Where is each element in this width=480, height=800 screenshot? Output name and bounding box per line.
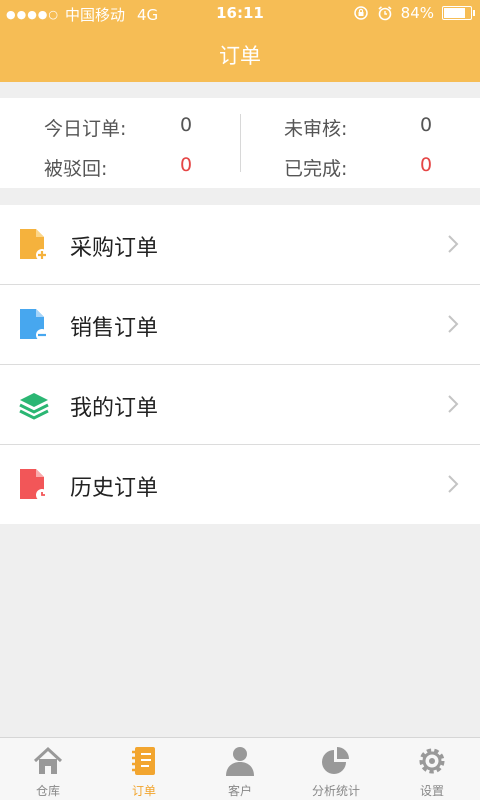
- chevron-right-icon: [448, 475, 459, 493]
- rotation-lock-icon: [353, 6, 368, 20]
- pie-chart-icon: [322, 747, 349, 774]
- menu-item-label: 销售订单: [70, 316, 159, 341]
- order-menu: 采购订单 销售订单 我的订单 历史订单: [0, 205, 480, 524]
- stat-today-label: 今日订单:: [44, 118, 127, 140]
- chevron-right-icon: [448, 235, 459, 253]
- page-title: 订单: [219, 44, 261, 68]
- header: ●●●●○ 中国移动 4G 16:11 84% 订单: [0, 0, 480, 82]
- stat-pending: 未审核:: [284, 114, 347, 141]
- notebook-icon: [132, 747, 155, 775]
- stat-today-number: 0: [180, 114, 193, 136]
- menu-item-purchase-orders[interactable]: 采购订单: [0, 205, 480, 285]
- tab-label: 分析统计: [311, 784, 360, 798]
- tab-warehouse[interactable]: 仓库: [0, 738, 96, 800]
- stats-divider: [240, 114, 241, 172]
- stat-today-value: 0: [180, 114, 192, 136]
- battery-icon: [442, 6, 475, 20]
- stat-done-label: 已完成:: [284, 158, 348, 180]
- stat-today: 今日订单:: [44, 114, 126, 141]
- stat-pending-number: 0: [420, 114, 433, 136]
- tab-label: 客户: [227, 784, 252, 798]
- history-order-icon: [20, 469, 48, 501]
- menu-item-sales-orders[interactable]: 销售订单: [0, 285, 480, 365]
- sales-order-icon: [20, 309, 48, 341]
- menu-item-history-orders[interactable]: 历史订单: [0, 445, 480, 524]
- purchase-order-icon: [20, 229, 48, 261]
- stat-pending-label: 未审核:: [284, 118, 348, 140]
- tab-analytics[interactable]: 分析统计: [288, 738, 384, 800]
- stat-done: 已完成:: [284, 154, 347, 181]
- stat-pending-value: 0: [420, 114, 432, 136]
- menu-item-label: 历史订单: [70, 476, 159, 501]
- layers-icon: [19, 393, 49, 420]
- stat-done-value: 0: [420, 154, 432, 176]
- gear-icon: [419, 748, 445, 774]
- tab-bar: 仓库 订单 客户 分析统计 设置: [0, 737, 480, 800]
- stat-rejected: 被驳回:: [44, 154, 107, 181]
- stat-done-number: 0: [420, 154, 433, 176]
- menu-item-my-orders[interactable]: 我的订单: [0, 365, 480, 445]
- chevron-right-icon: [448, 395, 459, 413]
- battery-percent: 84%: [400, 4, 434, 22]
- home-icon: [33, 746, 63, 774]
- tab-label: 设置: [419, 784, 444, 798]
- tab-label: 仓库: [35, 784, 60, 798]
- alarm-icon: [378, 6, 392, 21]
- chevron-right-icon: [448, 315, 459, 333]
- tab-orders[interactable]: 订单: [96, 738, 192, 800]
- menu-item-label: 采购订单: [70, 236, 159, 261]
- tab-label: 订单: [131, 784, 156, 798]
- menu-item-label: 我的订单: [70, 396, 159, 421]
- user-icon: [226, 747, 254, 776]
- stat-rejected-number: 0: [180, 154, 193, 176]
- order-stats-panel: 今日订单: 0 被驳回: 0 未审核: 0 已完成: 0: [0, 98, 480, 188]
- stat-rejected-value: 0: [180, 154, 192, 176]
- tab-customers[interactable]: 客户: [192, 738, 288, 800]
- status-bar: ●●●●○ 中国移动 4G 16:11 84%: [0, 0, 480, 26]
- stat-rejected-label: 被驳回:: [44, 158, 108, 180]
- tab-settings[interactable]: 设置: [384, 738, 480, 800]
